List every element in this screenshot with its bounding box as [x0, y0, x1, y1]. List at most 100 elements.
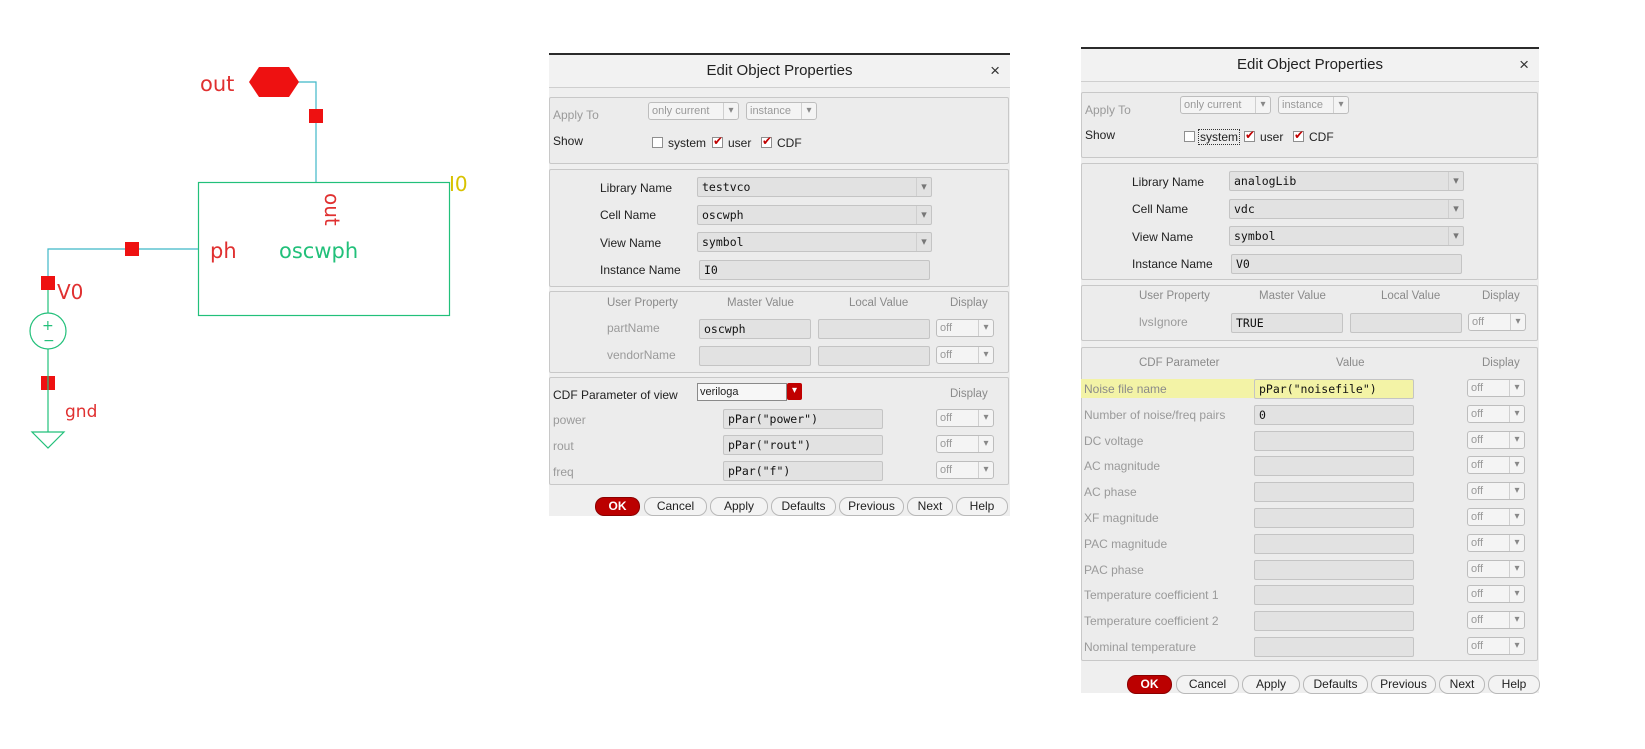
schematic-canvas[interactable]: out I0 out ph oscwph + − V0 gnd: [0, 0, 520, 480]
out-pin-label: out: [200, 72, 234, 96]
cdf-param-value[interactable]: pPar("rout"): [723, 435, 883, 455]
cdf-param-value[interactable]: [1254, 534, 1414, 554]
apply-to-select[interactable]: only current: [1180, 96, 1271, 114]
apply-scope-select[interactable]: instance: [1278, 96, 1349, 114]
prop-master-value[interactable]: oscwph: [699, 319, 811, 339]
cdf-param-display-select[interactable]: off: [1467, 611, 1525, 629]
prop-name: lvsIgnore: [1139, 315, 1188, 329]
show-cdf-checkbox[interactable]: [1293, 128, 1304, 142]
cdf-param-display-select[interactable]: off: [936, 435, 994, 453]
cell-name-field[interactable]: oscwph: [697, 205, 932, 225]
view-name-field[interactable]: symbol: [697, 232, 932, 252]
apply-show-section: Apply To only current instance Show syst…: [1081, 92, 1538, 158]
prop-name: partName: [607, 321, 660, 335]
defaults-button[interactable]: Defaults: [771, 497, 836, 516]
cancel-button[interactable]: Cancel: [1176, 675, 1239, 694]
ground-label: gnd: [65, 402, 97, 422]
show-cdf-label: CDF: [777, 136, 802, 150]
cdf-param-display-select[interactable]: off: [1467, 482, 1525, 500]
prop-local-value[interactable]: [818, 319, 930, 339]
cdf-param-value[interactable]: pPar("noisefile"): [1254, 379, 1414, 399]
cdf-param-value[interactable]: 0: [1254, 405, 1414, 425]
cdf-param-value[interactable]: pPar("f"): [723, 461, 883, 481]
next-button[interactable]: Next: [907, 497, 953, 516]
cell-name-field[interactable]: vdc: [1229, 199, 1464, 219]
cdf-param-value[interactable]: [1254, 431, 1414, 451]
show-cdf-checkbox[interactable]: [761, 134, 772, 148]
cdf-param-display-select[interactable]: off: [1467, 534, 1525, 552]
show-system-checkbox[interactable]: [652, 137, 663, 148]
cdf-param-display-select[interactable]: off: [936, 461, 994, 479]
dialog-titlebar: Edit Object Properties ×: [549, 55, 1010, 88]
close-icon[interactable]: ×: [1519, 49, 1529, 81]
next-button[interactable]: Next: [1439, 675, 1485, 694]
previous-button[interactable]: Previous: [1371, 675, 1436, 694]
cdf-param-value[interactable]: [1254, 508, 1414, 528]
cdf-param-value[interactable]: [1254, 585, 1414, 605]
library-name-field[interactable]: analogLib: [1229, 171, 1464, 191]
apply-button[interactable]: Apply: [710, 497, 768, 516]
apply-button[interactable]: Apply: [1242, 675, 1300, 694]
cdf-param-value[interactable]: [1254, 560, 1414, 580]
cdf-param-value[interactable]: [1254, 637, 1414, 657]
defaults-button[interactable]: Defaults: [1303, 675, 1368, 694]
cdf-view-dropdown-icon[interactable]: ▾: [787, 383, 802, 400]
cdf-parameter-section: CDF Parameter of view veriloga ▾ Display…: [549, 377, 1009, 485]
show-label: Show: [553, 134, 584, 148]
cdf-param-display-select[interactable]: off: [1467, 456, 1525, 474]
out-pin-icon[interactable]: [249, 67, 299, 97]
show-system-label: system: [1198, 129, 1241, 145]
cdf-param-name: PAC magnitude: [1084, 537, 1168, 551]
cdf-param-display-select[interactable]: off: [1467, 585, 1525, 603]
cdf-value-header: Value: [1336, 357, 1365, 369]
ok-button[interactable]: OK: [1127, 675, 1172, 694]
library-name-field[interactable]: testvco: [697, 177, 932, 197]
cdf-param-value[interactable]: [1254, 482, 1414, 502]
show-user-checkbox[interactable]: [712, 134, 723, 148]
cdf-param-display-select[interactable]: off: [1467, 431, 1525, 449]
close-icon[interactable]: ×: [990, 55, 1000, 87]
cdf-param-value[interactable]: [1254, 456, 1414, 476]
cell-name-label: Cell Name: [600, 208, 657, 222]
show-label: Show: [1085, 128, 1116, 142]
cell-name-label: Cell Name: [1132, 202, 1189, 216]
identity-section: Library Name testvco Cell Name oscwph Vi…: [549, 169, 1009, 287]
instance-name-field[interactable]: V0: [1231, 254, 1462, 274]
prop-display-select[interactable]: off: [1468, 313, 1526, 331]
view-name-label: View Name: [600, 236, 662, 250]
cdf-param-name: Temperature coefficient 1: [1084, 588, 1219, 602]
show-user-checkbox[interactable]: [1244, 128, 1255, 142]
prop-master-value[interactable]: [699, 346, 811, 366]
cdf-param-value[interactable]: [1254, 611, 1414, 631]
cdf-param-display-select[interactable]: off: [1467, 508, 1525, 526]
cancel-button[interactable]: Cancel: [644, 497, 707, 516]
ok-button[interactable]: OK: [595, 497, 640, 516]
cdf-param-display-select[interactable]: off: [1467, 379, 1525, 397]
apply-scope-select[interactable]: instance: [746, 102, 817, 120]
cdf-param-display-select[interactable]: off: [1467, 405, 1525, 423]
cdf-param-display-select[interactable]: off: [1467, 637, 1525, 655]
master-value-header: Master Value: [727, 297, 794, 309]
cdf-param-display-select[interactable]: off: [1467, 560, 1525, 578]
out-wire: [298, 81, 317, 182]
help-button[interactable]: Help: [956, 497, 1008, 516]
prop-display-select[interactable]: off: [936, 319, 994, 337]
view-name-field[interactable]: symbol: [1229, 226, 1464, 246]
master-value-header: Master Value: [1259, 290, 1326, 302]
prop-display-select[interactable]: off: [936, 346, 994, 364]
previous-button[interactable]: Previous: [839, 497, 904, 516]
show-system-checkbox[interactable]: [1184, 131, 1195, 142]
cdf-param-value[interactable]: pPar("power"): [723, 409, 883, 429]
cdf-param-name: power: [553, 413, 586, 427]
show-user-label: user: [728, 136, 752, 150]
identity-section: Library Name analogLib Cell Name vdc Vie…: [1081, 163, 1538, 280]
prop-local-value[interactable]: [1350, 313, 1462, 333]
instance-name-field[interactable]: I0: [699, 260, 930, 280]
cdf-view-select[interactable]: veriloga: [697, 383, 787, 401]
prop-local-value[interactable]: [818, 346, 930, 366]
help-button[interactable]: Help: [1488, 675, 1540, 694]
apply-to-select[interactable]: only current: [648, 102, 739, 120]
prop-name: vendorName: [607, 348, 676, 362]
prop-master-value[interactable]: TRUE: [1231, 313, 1343, 333]
cdf-param-display-select[interactable]: off: [936, 409, 994, 427]
